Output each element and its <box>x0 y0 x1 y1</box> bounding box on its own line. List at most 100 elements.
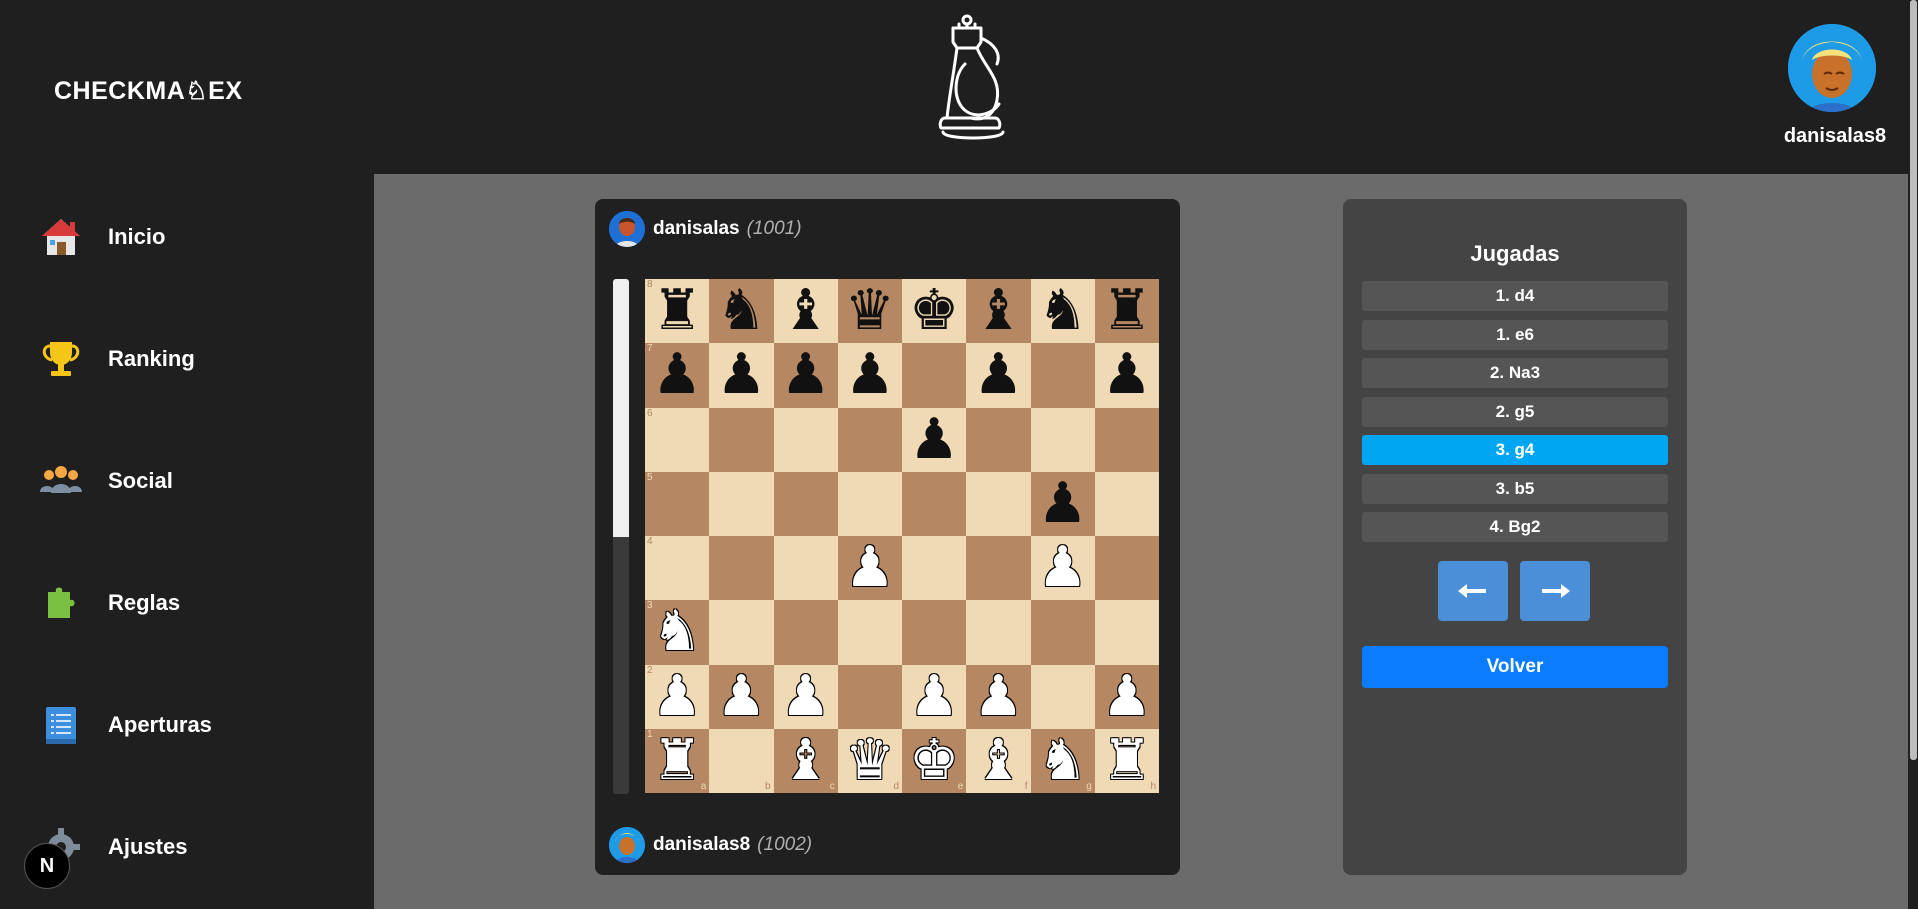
square-e3[interactable] <box>902 600 967 665</box>
black-pawn-icon[interactable]: ♟ <box>1102 347 1152 403</box>
white-rook-icon[interactable]: ♜ <box>652 732 702 789</box>
black-bishop-icon[interactable]: ♝ <box>781 283 831 339</box>
square-f5[interactable] <box>966 471 1031 536</box>
black-knight-icon[interactable]: ♞ <box>1038 283 1088 339</box>
square-a5[interactable]: 5 <box>645 471 710 536</box>
square-c4[interactable] <box>773 536 838 601</box>
square-e4[interactable] <box>902 536 967 601</box>
square-g6[interactable] <box>1030 407 1095 472</box>
black-pawn-icon[interactable]: ♟ <box>909 411 959 468</box>
square-g3[interactable] <box>1030 600 1095 665</box>
square-e7[interactable] <box>902 343 967 408</box>
square-h8[interactable]: ♜ <box>1094 279 1159 344</box>
move-item[interactable]: 2. g5 <box>1362 396 1668 427</box>
black-rook-icon[interactable]: ♜ <box>652 283 702 339</box>
square-e5[interactable] <box>902 471 967 536</box>
sidebar-item-social[interactable]: Social <box>38 455 358 507</box>
square-g5[interactable]: ♟ <box>1030 471 1095 536</box>
square-e1[interactable]: e ♚ <box>902 728 967 793</box>
square-c3[interactable] <box>773 600 838 665</box>
white-pawn-icon[interactable]: ♟ <box>716 668 766 725</box>
square-b7[interactable]: ♟ <box>709 343 774 408</box>
white-pawn-icon[interactable]: ♟ <box>1038 540 1088 596</box>
square-d1[interactable]: d ♛ <box>837 728 902 793</box>
square-f4[interactable] <box>966 536 1031 601</box>
sidebar-item-ranking[interactable]: Ranking <box>38 333 358 385</box>
page-scrollbar-thumb[interactable] <box>1910 0 1917 760</box>
white-bishop-icon[interactable]: ♝ <box>781 732 831 789</box>
square-c1[interactable]: c ♝ <box>773 728 838 793</box>
square-d6[interactable] <box>837 407 902 472</box>
user-avatar[interactable] <box>1788 24 1876 112</box>
sidebar-item-aperturas[interactable]: Aperturas <box>38 699 358 751</box>
white-pawn-icon[interactable]: ♟ <box>909 668 959 725</box>
black-pawn-icon[interactable]: ♟ <box>716 347 766 403</box>
white-knight-icon[interactable]: ♞ <box>1038 732 1088 789</box>
square-e6[interactable]: ♟ <box>902 407 967 472</box>
black-pawn-icon[interactable]: ♟ <box>973 347 1023 403</box>
square-b6[interactable] <box>709 407 774 472</box>
previous-move-button[interactable] <box>1438 561 1508 621</box>
square-f2[interactable]: ♟ <box>966 664 1031 729</box>
white-rook-icon[interactable]: ♜ <box>1102 732 1152 789</box>
square-b8[interactable]: ♞ <box>709 279 774 344</box>
white-pawn-icon[interactable]: ♟ <box>781 668 831 725</box>
square-a2[interactable]: 2 ♟ <box>645 664 710 729</box>
square-g7[interactable] <box>1030 343 1095 408</box>
square-h4[interactable] <box>1094 536 1159 601</box>
square-c5[interactable] <box>773 471 838 536</box>
square-g1[interactable]: g ♞ <box>1030 728 1095 793</box>
square-a4[interactable]: 4 <box>645 536 710 601</box>
white-pawn-icon[interactable]: ♟ <box>652 668 702 725</box>
white-pawn-icon[interactable]: ♟ <box>1102 668 1152 725</box>
square-b2[interactable]: ♟ <box>709 664 774 729</box>
white-pawn-icon[interactable]: ♟ <box>845 540 895 596</box>
black-queen-icon[interactable]: ♛ <box>845 283 895 339</box>
square-g8[interactable]: ♞ <box>1030 279 1095 344</box>
square-h1[interactable]: h ♜ <box>1094 728 1159 793</box>
square-b1[interactable]: b <box>709 728 774 793</box>
white-knight-icon[interactable]: ♞ <box>652 604 702 660</box>
square-b3[interactable] <box>709 600 774 665</box>
square-a7[interactable]: 7 ♟ <box>645 343 710 408</box>
square-h7[interactable]: ♟ <box>1094 343 1159 408</box>
black-pawn-icon[interactable]: ♟ <box>845 347 895 403</box>
square-d5[interactable] <box>837 471 902 536</box>
square-a1[interactable]: 1 a ♜ <box>645 728 710 793</box>
square-e8[interactable]: ♚ <box>902 279 967 344</box>
square-d7[interactable]: ♟ <box>837 343 902 408</box>
black-pawn-icon[interactable]: ♟ <box>652 347 702 403</box>
white-king-icon[interactable]: ♚ <box>909 732 959 789</box>
square-a6[interactable]: 6 <box>645 407 710 472</box>
black-knight-icon[interactable]: ♞ <box>716 283 766 339</box>
chess-board[interactable]: 8 ♜ ♞ ♝ ♛ ♚ ♝ ♞ ♜ 7 ♟ ♟ ♟ ♟ ♟ ♟ 6 ♟ 5 ♟ 4 ♟ ♟ 3 ♞ 2 ♟ ♟ ♟ ♟ ♟ ♟ 1 a ♜ b c ♝ d ♛… <box>645 279 1159 793</box>
square-a3[interactable]: 3 ♞ <box>645 600 710 665</box>
next-move-button[interactable] <box>1520 561 1590 621</box>
square-h5[interactable] <box>1094 471 1159 536</box>
move-item[interactable]: 2. Na3 <box>1362 358 1668 388</box>
square-c6[interactable] <box>773 407 838 472</box>
square-c8[interactable]: ♝ <box>773 279 838 344</box>
black-pawn-icon[interactable]: ♟ <box>1038 475 1088 532</box>
square-h2[interactable]: ♟ <box>1094 664 1159 729</box>
white-pawn-icon[interactable]: ♟ <box>973 668 1023 725</box>
move-item[interactable]: 1. e6 <box>1362 319 1668 350</box>
move-item[interactable]: 3. b5 <box>1362 473 1668 504</box>
square-b5[interactable] <box>709 471 774 536</box>
black-pawn-icon[interactable]: ♟ <box>781 347 831 403</box>
square-f8[interactable]: ♝ <box>966 279 1031 344</box>
square-d2[interactable] <box>837 664 902 729</box>
square-g2[interactable] <box>1030 664 1095 729</box>
square-f3[interactable] <box>966 600 1031 665</box>
sidebar-item-reglas[interactable]: Reglas <box>38 577 358 629</box>
square-c7[interactable]: ♟ <box>773 343 838 408</box>
square-f1[interactable]: f ♝ <box>966 728 1031 793</box>
square-c2[interactable]: ♟ <box>773 664 838 729</box>
square-f6[interactable] <box>966 407 1031 472</box>
black-king-icon[interactable]: ♚ <box>909 283 959 339</box>
white-queen-icon[interactable]: ♛ <box>845 732 895 789</box>
username-label[interactable]: danisalas8 <box>1770 125 1900 148</box>
move-item[interactable]: 4. Bg2 <box>1362 512 1668 542</box>
app-logo[interactable]: CHECKMA♘EX <box>54 76 243 106</box>
square-d4[interactable]: ♟ <box>837 536 902 601</box>
